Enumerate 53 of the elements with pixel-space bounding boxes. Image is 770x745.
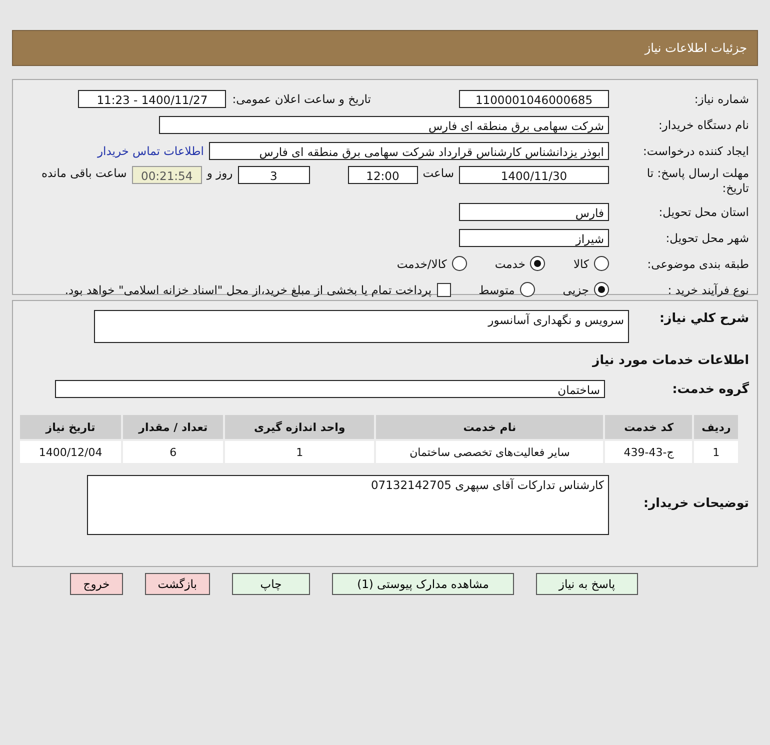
field-label: شهر محل تحویل: (664, 230, 749, 244)
action-button[interactable]: چاپ (232, 573, 310, 595)
buyer-field: شرکت سهامی برق منطقه ای فارس (159, 116, 609, 134)
remaining-label: ساعت باقی مانده (42, 166, 127, 180)
deadline-time-field: 12:00 (348, 166, 418, 184)
process-radio[interactable]: متوسط (478, 282, 535, 297)
table-cell: 1400/12/04 (20, 441, 122, 463)
section-heading: اطلاعات خدمات مورد نیاز (592, 352, 749, 367)
category-radio[interactable]: خدمت (494, 256, 546, 271)
column-header: کد خدمت (605, 415, 692, 439)
field-label: مهلت ارسال پاسخ: تا تاریخ: (646, 166, 749, 196)
buyer-notes-field: کارشناس تدارکات آقای سپهری 07132142705 (87, 475, 609, 535)
column-header: واحد اندازه گیری (225, 415, 374, 439)
service-group-field: ساختمان (55, 380, 605, 398)
page-title: جزئیات اطلاعات نیاز (644, 41, 747, 55)
process-radio[interactable]: جزیی (562, 282, 609, 297)
days-field: 3 (238, 166, 310, 184)
table-cell: 1 (694, 441, 738, 463)
city-field: شیراز (459, 228, 609, 246)
field-label: ایجاد کننده درخواست: (642, 144, 749, 158)
table-cell: سایر فعالیت‌های تخصصی ساختمان (376, 441, 604, 463)
field-label: استان محل تحویل: (658, 204, 749, 218)
table-cell: ج-43-439 (605, 441, 692, 463)
action-button[interactable]: پاسخ به نیاز (536, 573, 638, 595)
category-radio[interactable]: کالا/خدمت (396, 256, 467, 271)
need-number-field: 1100001046000685 (459, 90, 609, 108)
action-button[interactable]: مشاهده مدارک پیوستی (1) (332, 573, 514, 595)
province-field: فارس (459, 202, 609, 220)
creator-field: ابوذر یزدانشناس کارشناس قرارداد شرکت سهامی برق منطقه ای فارس (209, 142, 609, 160)
table-cell: 1 (225, 441, 374, 463)
column-header: ردیف (694, 415, 738, 439)
field-label: نوع فرآیند خرید : (666, 282, 749, 296)
field-label: نام دستگاه خریدار: (657, 118, 749, 132)
action-button[interactable]: بازگشت (144, 573, 210, 595)
field-label: شماره نیاز: (693, 92, 749, 106)
summary-field: سرویس و نگهداری آسانسور (94, 310, 629, 343)
days-label: روز و (206, 166, 233, 180)
field-label: طبقه بندی موضوعی: (646, 256, 749, 270)
action-button[interactable]: خروج (70, 573, 123, 595)
column-header: تاریخ نیاز (20, 415, 122, 439)
deadline-date-field: 1400/11/30 (459, 166, 609, 184)
field-label: گروه خدمت: (671, 381, 749, 396)
remaining-time-field: 00:21:54 (132, 166, 202, 184)
category-radio[interactable]: کالا (573, 256, 609, 271)
column-header: نام خدمت (376, 415, 604, 439)
time-label: ساعت (422, 166, 454, 180)
announce-date-field: 1400/11/27 - 11:23 (78, 90, 226, 108)
column-header: تعداد / مقدار (123, 415, 224, 439)
field-label: تاریخ و ساعت اعلان عمومی: (232, 92, 371, 106)
contact-link[interactable]: اطلاعات تماس خریدار (97, 144, 204, 158)
table-cell: 6 (123, 441, 224, 463)
field-label: توضیحات خریدار: (642, 495, 749, 510)
payment-checkbox[interactable]: پرداخت تمام یا بخشی از مبلغ خرید،از محل "اسناد خزانه اسلامی" خواهد بود. (64, 282, 451, 296)
